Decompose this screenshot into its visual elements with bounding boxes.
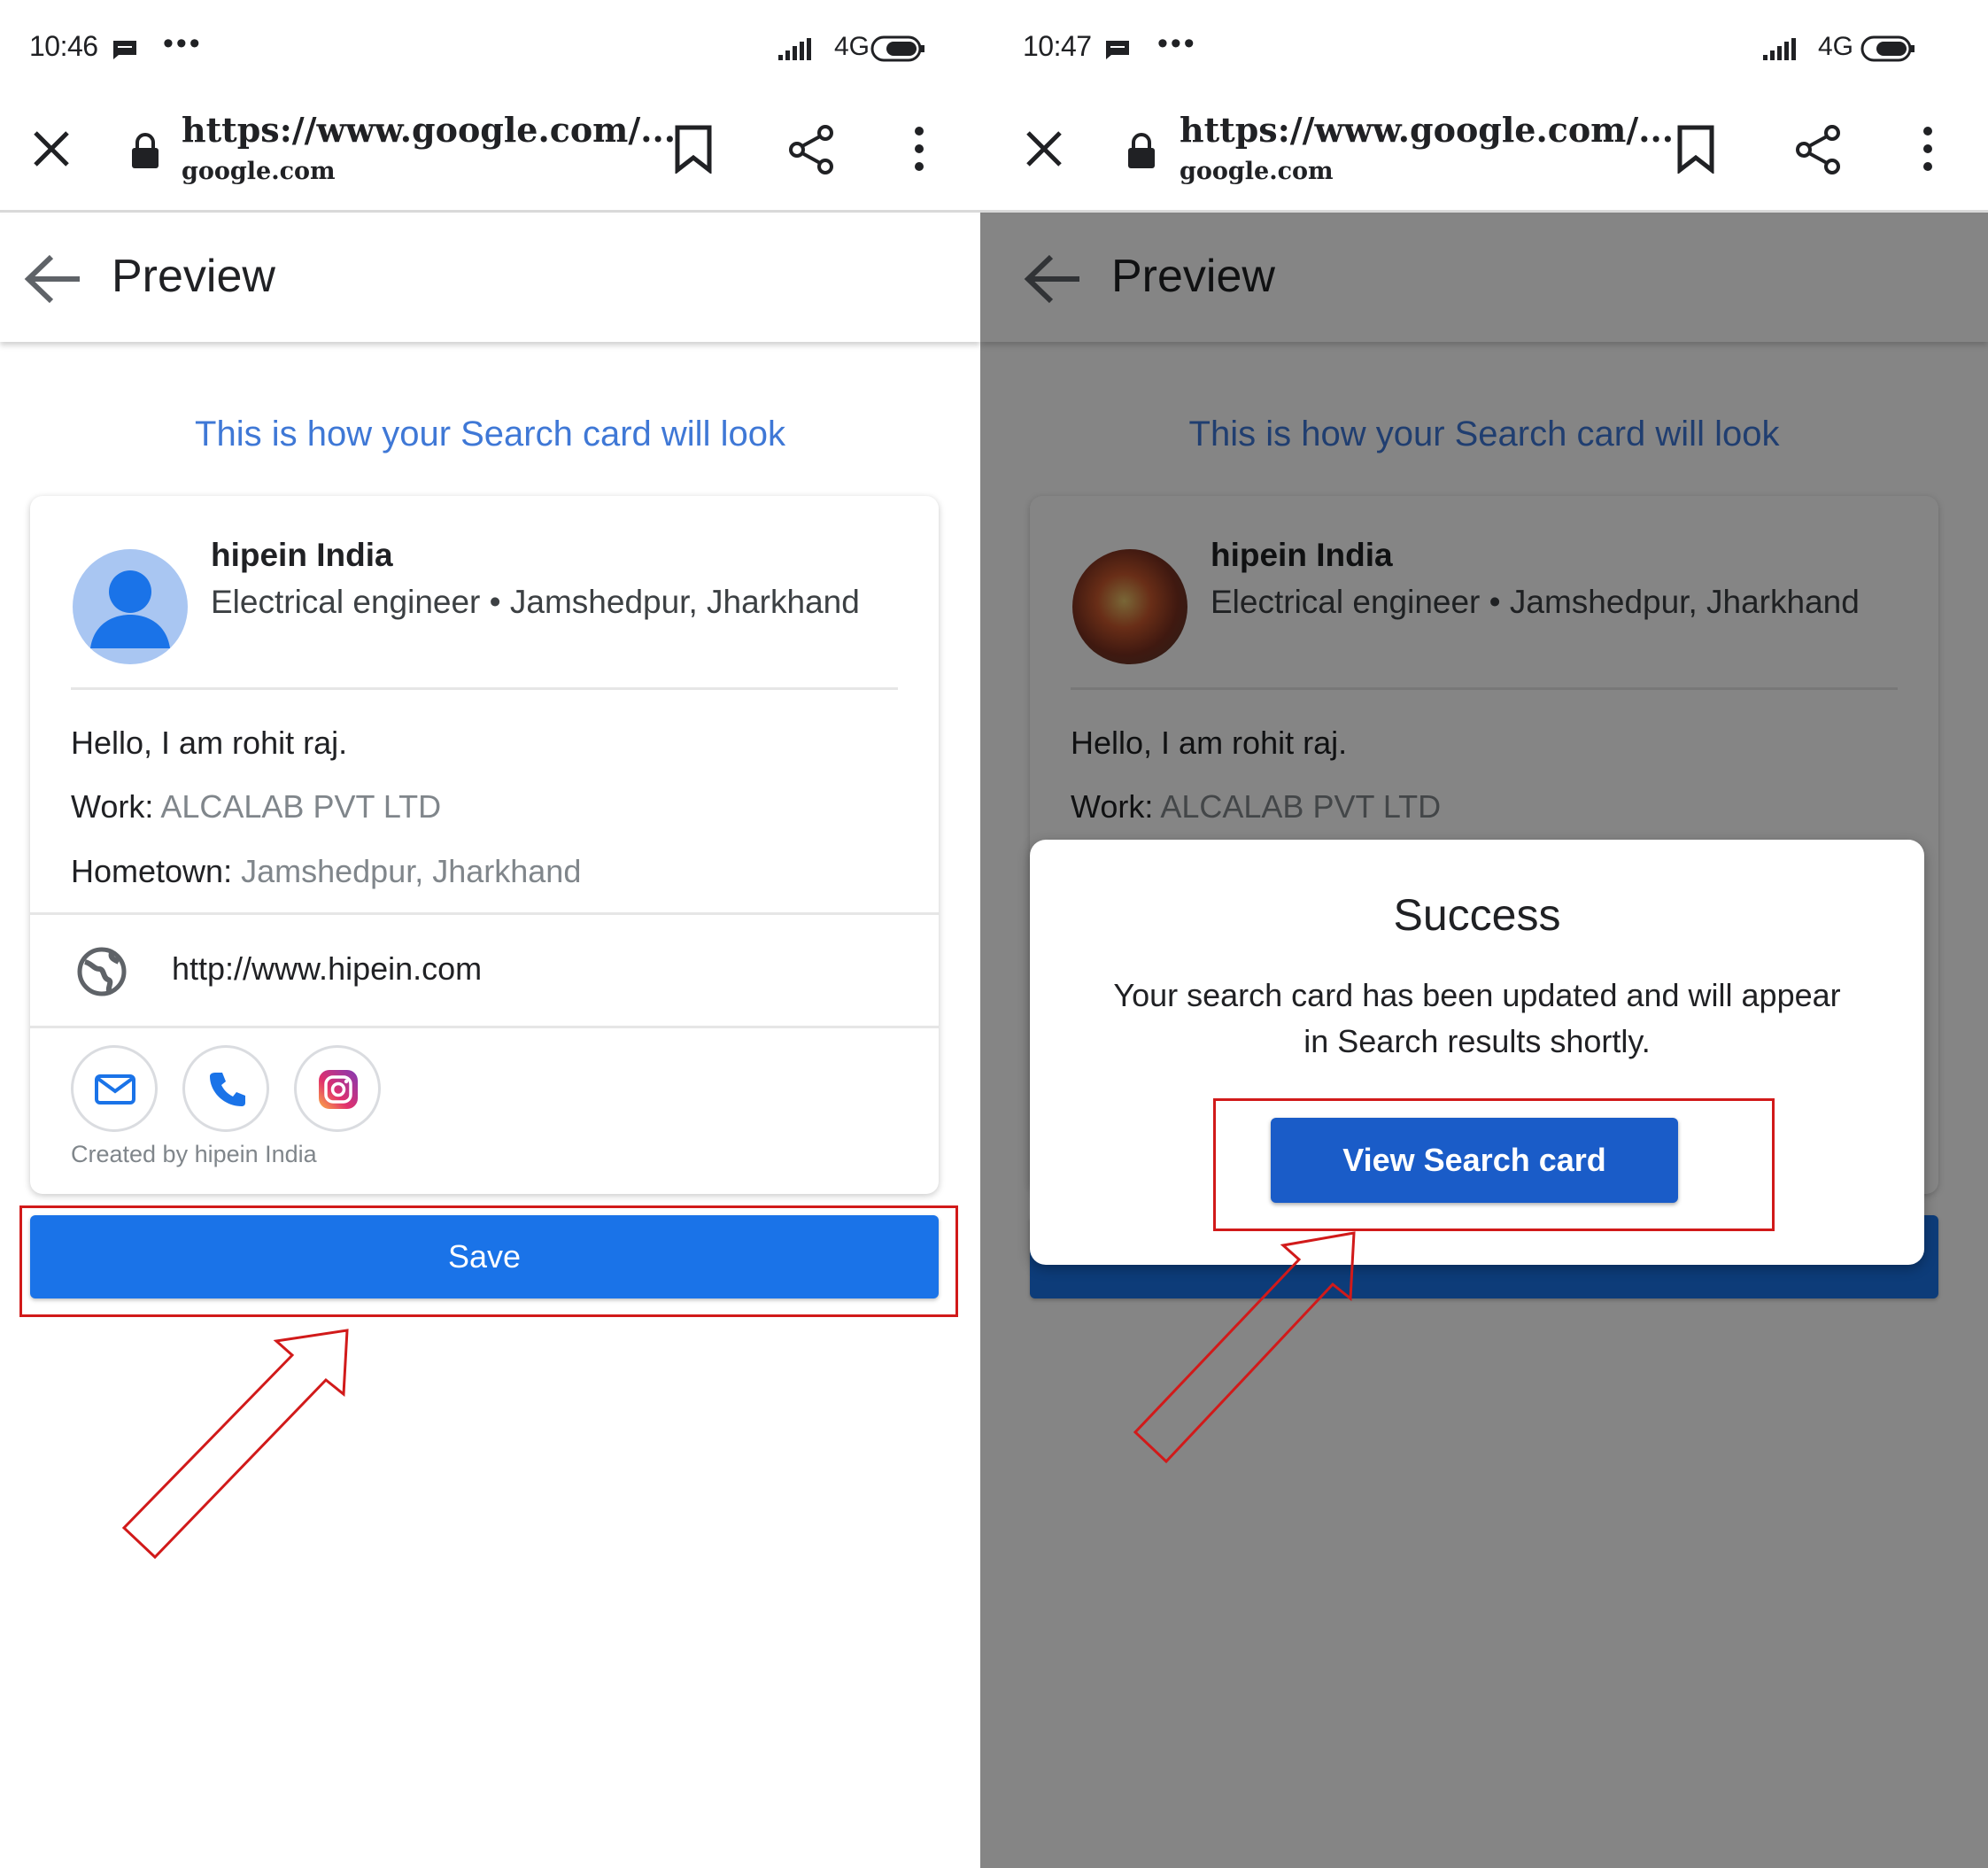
annotation-arrow (1133, 1231, 1356, 1464)
screen-preview-before-save: 10:46 ••• 4G https://www.google.com/... … (0, 0, 980, 1868)
annotation-arrow (121, 1329, 349, 1560)
screen-preview-after-save: 10:47 ••• 4G https://www.google.com/... … (980, 0, 1988, 1868)
